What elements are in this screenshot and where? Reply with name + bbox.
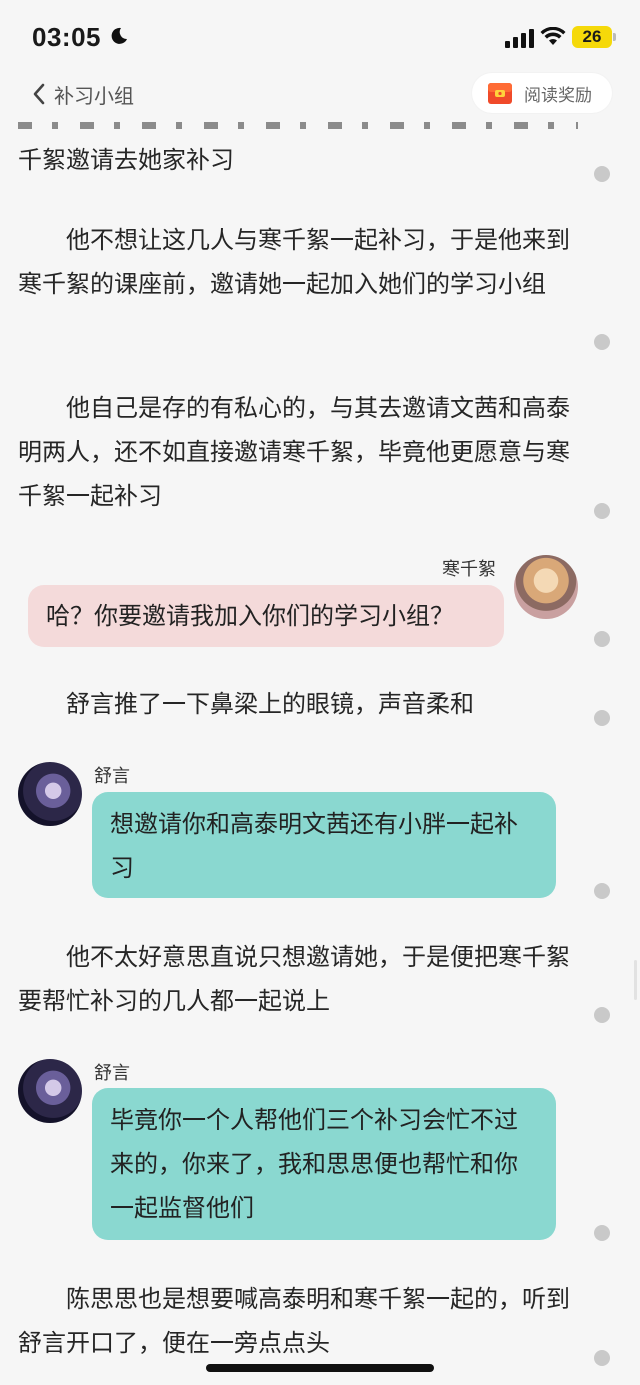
avatar[interactable] (18, 762, 82, 826)
comment-dot-icon[interactable] (594, 710, 610, 726)
comment-dot-icon[interactable] (594, 334, 610, 350)
moon-icon (111, 27, 127, 44)
comment-dot-icon[interactable] (594, 1225, 610, 1241)
signal-icon (505, 29, 534, 48)
gift-icon (488, 83, 512, 104)
paragraph: 他不太好意思直说只想邀请她，于是便把寒千絮要帮忙补习的几人都一起说上 (18, 943, 570, 1015)
avatar[interactable] (514, 555, 578, 619)
battery-tip (613, 33, 616, 41)
comment-dot-icon[interactable] (594, 631, 610, 647)
paragraph-fragment: 千絮邀请去她家补习 (18, 146, 234, 174)
speaker-name: 舒言 (94, 766, 130, 787)
avatar[interactable] (18, 1059, 82, 1123)
page-title: 补习小组 (54, 83, 134, 108)
reading-reward-label: 阅读奖励 (524, 85, 592, 106)
chat-bubble: 哈？你要邀请我加入你们的学习小组？ (28, 585, 504, 647)
comment-dot-icon[interactable] (594, 166, 610, 182)
chat-bubble: 想邀请你和高泰明文茜还有小胖一起补习 (92, 792, 556, 898)
back-chevron-icon (33, 83, 45, 105)
paragraph: 他自己是存的有私心的，与其去邀请文茜和高泰明两人，还不如直接邀请寒千絮，毕竟他更… (18, 394, 570, 510)
speaker-name: 舒言 (94, 1063, 130, 1084)
back-button[interactable]: 补习小组 (30, 78, 134, 110)
comment-dot-icon[interactable] (594, 503, 610, 519)
comment-dot-icon[interactable] (594, 883, 610, 899)
chat-bubble: 毕竟你一个人帮他们三个补习会忙不过来的，你来了，我和思思便也帮忙和你一起监督他们 (92, 1088, 556, 1240)
status-bar: 03:05 26 (0, 0, 640, 70)
home-indicator[interactable] (206, 1364, 434, 1372)
comment-dot-icon[interactable] (594, 1007, 610, 1023)
scrollbar[interactable] (634, 960, 637, 1000)
clipped-text-line (18, 118, 578, 132)
status-time: 03:05 (32, 22, 101, 52)
speaker-name: 寒千絮 (442, 559, 496, 580)
paragraph: 他不想让这几人与寒千絮一起补习，于是他来到寒千絮的课座前，邀请她一起加入她们的学… (18, 226, 570, 298)
comment-dot-icon[interactable] (594, 1350, 610, 1366)
battery-indicator: 26 (572, 26, 612, 48)
wifi-icon (540, 27, 566, 45)
reading-reward-button[interactable]: 阅读奖励 (472, 73, 612, 113)
paragraph: 陈思思也是想要喊高泰明和寒千絮一起的，听到舒言开口了，便在一旁点点头 (18, 1285, 570, 1357)
paragraph: 舒言推了一下鼻梁上的眼镜，声音柔和 (18, 690, 474, 718)
